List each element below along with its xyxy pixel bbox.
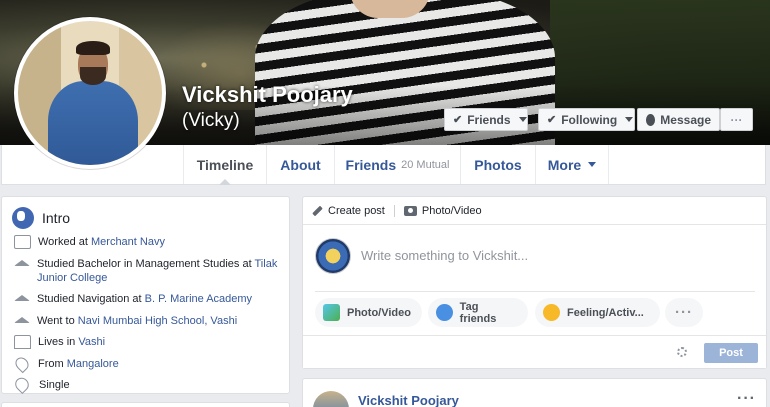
work-link[interactable]: Merchant Navy <box>91 236 165 248</box>
intro-item-education-college: Studied Bachelor in Management Studies a… <box>14 257 284 285</box>
chevron-down-icon <box>625 117 634 122</box>
home-icon <box>14 335 31 349</box>
graduation-cap-icon <box>14 295 30 301</box>
photo-video-label: Photo/Video <box>347 306 411 319</box>
tag-friends-label: Tag friends <box>459 300 497 325</box>
heart-icon <box>12 374 32 395</box>
tab-photos-label: Photos <box>474 156 522 173</box>
feeling-activity-button[interactable]: Feeling/Activ... <box>535 298 660 327</box>
intro-item-text: From Mangalore <box>38 357 119 370</box>
composer-more-button[interactable]: ··· <box>665 298 703 327</box>
post-composer: Create post Photo/Video Write something … <box>302 196 767 369</box>
feed-post: Vickshit Poojary ··· <box>302 378 767 407</box>
composer-footer: Post <box>303 335 766 368</box>
create-post-tab[interactable]: Create post <box>312 205 385 217</box>
photos-card <box>1 402 290 407</box>
intro-title: Intro <box>42 210 71 226</box>
photo-video-tab[interactable]: Photo/Video <box>403 204 482 217</box>
tag-friends-icon <box>436 304 453 321</box>
chevron-down-icon <box>588 162 597 167</box>
friends-button[interactable]: ✔ Friends <box>444 108 528 131</box>
profile-picture[interactable] <box>14 17 166 169</box>
relationship-status: Single <box>39 379 70 391</box>
tab-friends-label: Friends <box>345 156 397 173</box>
post-options-button[interactable]: ··· <box>737 390 756 407</box>
more-dots: ··· <box>675 304 693 321</box>
intro-item-education-academy: Studied Navigation at B. P. Marine Acade… <box>14 292 284 306</box>
messenger-icon <box>646 113 656 126</box>
checkmark-icon: ✔ <box>547 114 557 126</box>
following-button-label: Following <box>561 112 618 127</box>
smiley-icon <box>543 304 560 321</box>
following-button[interactable]: ✔ Following <box>538 108 635 131</box>
intro-list: Worked at Merchant Navy Studied Bachelor… <box>12 235 284 400</box>
intro-item-text: Studied Bachelor in Management Studies a… <box>37 257 278 284</box>
avatar-beard <box>80 67 106 85</box>
intro-item-hometown: From Mangalore <box>12 354 284 373</box>
photo-video-button[interactable]: Photo/Video <box>315 298 422 327</box>
intro-item-text: Went to Navi Mumbai High School, Vashi <box>37 314 238 327</box>
avatar <box>18 21 162 165</box>
avatar-hair <box>76 41 110 55</box>
tab-more[interactable]: More <box>535 145 609 184</box>
graduation-cap-icon <box>14 259 30 266</box>
composer-divider <box>315 291 755 292</box>
post-author-avatar[interactable] <box>313 391 349 407</box>
gear-icon[interactable] <box>677 347 687 357</box>
message-button[interactable]: Message <box>637 108 720 131</box>
tab-separator <box>393 204 395 217</box>
more-options-label: ··· <box>730 112 743 127</box>
intro-item-education-school: Went to Navi Mumbai High School, Vashi <box>14 314 284 328</box>
profile-name[interactable]: Vickshit Poojary <box>182 82 353 108</box>
friends-button-label: Friends <box>467 112 511 127</box>
photo-icon <box>323 304 340 321</box>
profile-alternate-name: (Vicky) <box>182 110 240 131</box>
feeling-label: Feeling/Activ... <box>567 306 644 319</box>
photo-video-tab-label: Photo/Video <box>421 204 482 217</box>
current-city-link[interactable]: Vashi <box>78 336 105 348</box>
post-author-name[interactable]: Vickshit Poojary <box>358 393 459 407</box>
camera-icon <box>403 205 417 216</box>
location-pin-icon <box>12 354 32 373</box>
checkmark-icon: ✔ <box>453 114 463 126</box>
intro-item-text: Worked at Merchant Navy <box>38 236 165 248</box>
intro-item-text: Studied Navigation at B. P. Marine Acade… <box>37 293 253 305</box>
tab-timeline-label: Timeline <box>196 156 254 173</box>
intro-card: Intro Worked at Merchant Navy Studied Ba… <box>1 196 290 395</box>
post-input[interactable]: Write something to Vickshit... <box>361 248 528 263</box>
tab-timeline[interactable]: Timeline <box>183 145 266 185</box>
composer-tabs: Create post Photo/Video <box>303 197 766 225</box>
tab-about-label: About <box>280 156 321 173</box>
intro-header: Intro <box>12 207 70 229</box>
briefcase-icon <box>14 235 31 249</box>
composer-avatar <box>315 238 351 274</box>
academy-link[interactable]: B. P. Marine Academy <box>145 293 252 305</box>
intro-item-lives-in: Lives in Vashi <box>14 335 284 349</box>
post-button[interactable]: Post <box>704 343 758 363</box>
more-options-button[interactable]: ··· <box>720 108 753 131</box>
intro-item-relationship: Single <box>12 374 284 395</box>
graduation-cap-icon <box>14 316 30 323</box>
mutual-friends-count: 20 Mutual <box>401 158 450 171</box>
tab-about[interactable]: About <box>266 145 334 184</box>
active-tab-indicator <box>219 179 231 185</box>
school-link[interactable]: Navi Mumbai High School, Vashi <box>78 315 237 327</box>
hometown-link[interactable]: Mangalore <box>67 358 119 370</box>
pencil-icon <box>312 205 323 216</box>
tab-photos[interactable]: Photos <box>460 145 535 184</box>
chevron-down-icon <box>518 117 527 122</box>
tab-more-label: More <box>547 156 582 173</box>
intro-item-text: Lives in Vashi <box>38 336 106 348</box>
create-post-label: Create post <box>328 204 385 217</box>
globe-icon <box>12 207 34 229</box>
message-button-label: Message <box>660 112 711 127</box>
avatar-shirt <box>48 81 138 165</box>
intro-item-work: Worked at Merchant Navy <box>14 235 284 249</box>
tab-friends[interactable]: Friends 20 Mutual <box>334 145 460 184</box>
tag-friends-button[interactable]: Tag friends <box>428 298 528 327</box>
